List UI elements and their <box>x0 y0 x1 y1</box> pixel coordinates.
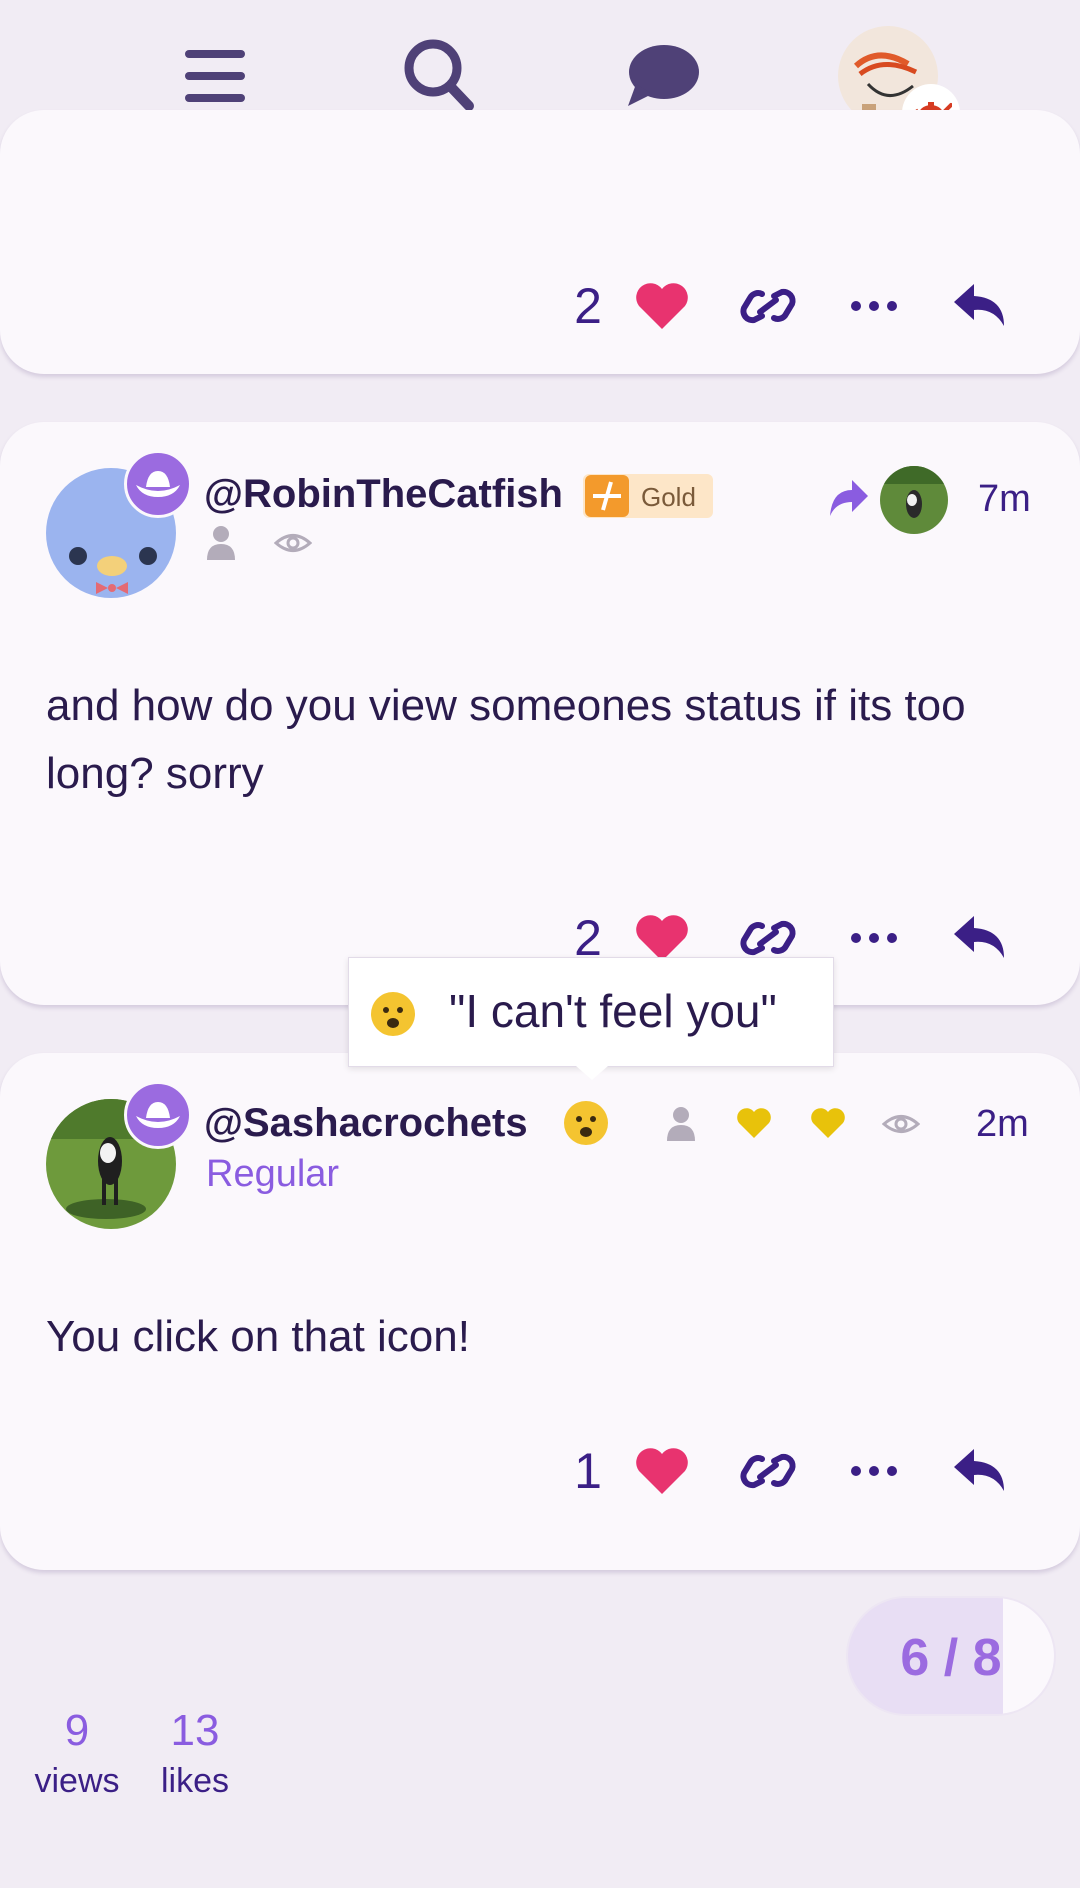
avatar[interactable] <box>46 1081 192 1229</box>
post-time: 2m <box>976 1103 1029 1145</box>
hamburger-menu-icon[interactable] <box>183 48 247 104</box>
cowboy-hat-icon <box>124 1081 192 1149</box>
plus-flair-icon <box>585 475 629 517</box>
likes-count: 13 <box>170 1706 220 1755</box>
shared-to-avatar[interactable] <box>880 466 948 534</box>
more-options-icon[interactable] <box>844 1441 904 1501</box>
search-icon[interactable] <box>403 38 475 112</box>
avatar[interactable] <box>46 450 192 598</box>
status-tooltip: "I can't feel you" <box>348 957 834 1067</box>
reply-icon[interactable] <box>950 276 1010 336</box>
tooltip-arrow <box>576 1066 608 1080</box>
heart-icon[interactable] <box>632 276 692 336</box>
post-card: @Sashacrochets Regular 2m You click on t… <box>0 1053 1080 1570</box>
heart-icon[interactable] <box>632 1441 692 1501</box>
post-body: and how do you view someones status if i… <box>46 681 966 798</box>
link-icon[interactable] <box>738 1441 798 1501</box>
user-title: Regular <box>206 1153 340 1195</box>
flair-badge[interactable]: Gold <box>583 474 713 518</box>
likes-label: likes <box>160 1762 230 1800</box>
more-options-icon[interactable] <box>844 908 904 968</box>
post-username[interactable]: @RobinTheCatfish <box>204 472 563 517</box>
cowboy-hat-icon <box>124 450 192 518</box>
gold-heart-icon <box>810 1107 846 1139</box>
progress-label: 6 / 8 <box>900 1629 1002 1687</box>
post-card: @RobinTheCatfish Gold 7m and how do you … <box>0 422 1080 1005</box>
user-icon <box>206 524 236 560</box>
status-text: "I can't feel you" <box>449 985 777 1037</box>
more-options-icon[interactable] <box>844 276 904 336</box>
post-body: You click on that icon! <box>46 1312 470 1361</box>
user-icon <box>666 1105 696 1141</box>
post-username[interactable]: @Sashacrochets <box>204 1101 528 1146</box>
reply-icon[interactable] <box>950 1441 1010 1501</box>
eye-icon <box>273 530 313 556</box>
like-count: 2 <box>574 278 602 334</box>
chat-bubble-icon[interactable] <box>626 42 700 108</box>
views-label: views <box>34 1762 120 1800</box>
post-card: 2 <box>0 110 1080 374</box>
eye-icon <box>881 1111 921 1137</box>
share-arrow-icon[interactable] <box>828 478 870 518</box>
views-count: 9 <box>64 1706 90 1755</box>
frowning-face-status-icon[interactable] <box>564 1101 608 1145</box>
post-actions: 2 <box>558 276 1010 336</box>
flair-label: Gold <box>641 482 696 512</box>
reply-icon[interactable] <box>950 908 1010 968</box>
topic-progress-indicator[interactable]: 6 / 8 <box>846 1596 1056 1716</box>
like-count: 1 <box>574 1443 602 1499</box>
link-icon[interactable] <box>738 276 798 336</box>
frowning-face-icon <box>371 992 415 1036</box>
post-actions: 1 <box>558 1441 1010 1501</box>
post-time: 7m <box>978 478 1031 520</box>
gold-heart-icon <box>736 1107 772 1139</box>
